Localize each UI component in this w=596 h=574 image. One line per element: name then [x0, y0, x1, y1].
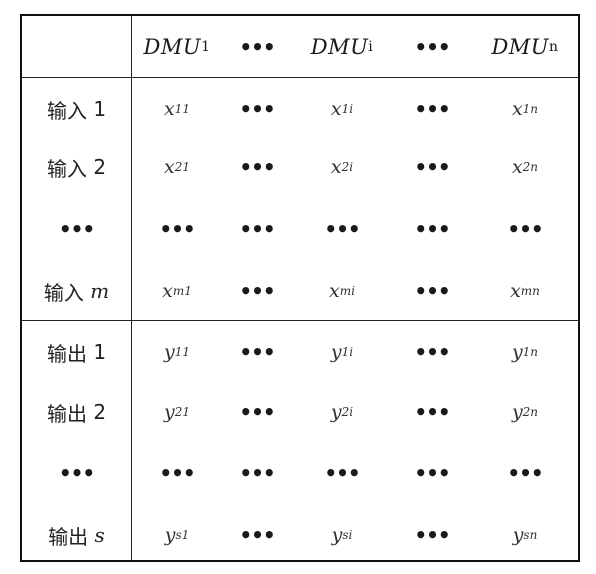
row-label: 输出 1: [46, 340, 107, 366]
value-cell: x m1: [162, 280, 192, 302]
ellipsis-cell: •••: [414, 279, 450, 303]
row-label: 输入 m: [43, 279, 110, 305]
ellipsis-cell: •••: [414, 217, 450, 241]
ellipsis-cell: •••: [507, 217, 543, 241]
value-cell: y 21: [163, 401, 190, 423]
input-output-divider: [22, 320, 578, 321]
value-cell: y si: [331, 524, 353, 546]
ellipsis-cell: •••: [239, 400, 275, 424]
value-cell: x 1i: [330, 98, 354, 120]
ellipsis-cell: •••: [324, 461, 360, 485]
row-label: 输出 s: [48, 523, 105, 549]
value-cell: y 1i: [330, 341, 354, 363]
ellipsis-cell: •••: [239, 97, 275, 121]
value-cell: x 2n: [511, 156, 539, 178]
value-cell: x mi: [329, 280, 355, 302]
ellipsis-cell: •••: [239, 523, 275, 547]
header-dmu-1: DMU 1: [143, 34, 211, 59]
value-cell: x 1n: [511, 98, 539, 120]
header-ellipsis-1: •••: [239, 34, 275, 59]
ellipsis-cell: •••: [324, 217, 360, 241]
header-divider: [22, 77, 578, 78]
row-label: •••: [58, 217, 95, 241]
value-cell: x 21: [164, 156, 190, 178]
value-cell: y 1n: [511, 341, 539, 363]
header-dmu-n: DMU n: [491, 34, 559, 59]
ellipsis-cell: •••: [159, 461, 195, 485]
ellipsis-cell: •••: [159, 217, 195, 241]
ellipsis-cell: •••: [239, 155, 275, 179]
header-dmu-i: DMU i: [310, 34, 374, 59]
row-label: 输出 2: [46, 400, 107, 426]
ellipsis-cell: •••: [414, 523, 450, 547]
ellipsis-cell: •••: [239, 279, 275, 303]
value-cell: y 2n: [511, 401, 539, 423]
value-cell: x mn: [510, 280, 540, 302]
dmu-input-output-table: DMU 1 ••• DMU i ••• DMU n 输入 1 x 11 ••• x 1i ••• x…: [20, 14, 580, 562]
ellipsis-cell: •••: [414, 340, 450, 364]
ellipsis-cell: •••: [507, 461, 543, 485]
value-cell: y s1: [164, 524, 190, 546]
ellipsis-cell: •••: [239, 217, 275, 241]
ellipsis-cell: •••: [414, 97, 450, 121]
ellipsis-cell: •••: [239, 461, 275, 485]
row-label: 输入 1: [46, 97, 107, 123]
value-cell: y sn: [512, 524, 538, 546]
ellipsis-cell: •••: [239, 340, 275, 364]
value-cell: x 2i: [330, 156, 354, 178]
value-cell: x 11: [164, 98, 190, 120]
header-ellipsis-2: •••: [414, 34, 450, 59]
value-cell: y 11: [163, 341, 190, 363]
ellipsis-cell: •••: [414, 155, 450, 179]
value-cell: y 2i: [330, 401, 354, 423]
row-label: •••: [58, 461, 95, 485]
row-label: 输入 2: [46, 155, 107, 181]
ellipsis-cell: •••: [414, 461, 450, 485]
ellipsis-cell: •••: [414, 400, 450, 424]
